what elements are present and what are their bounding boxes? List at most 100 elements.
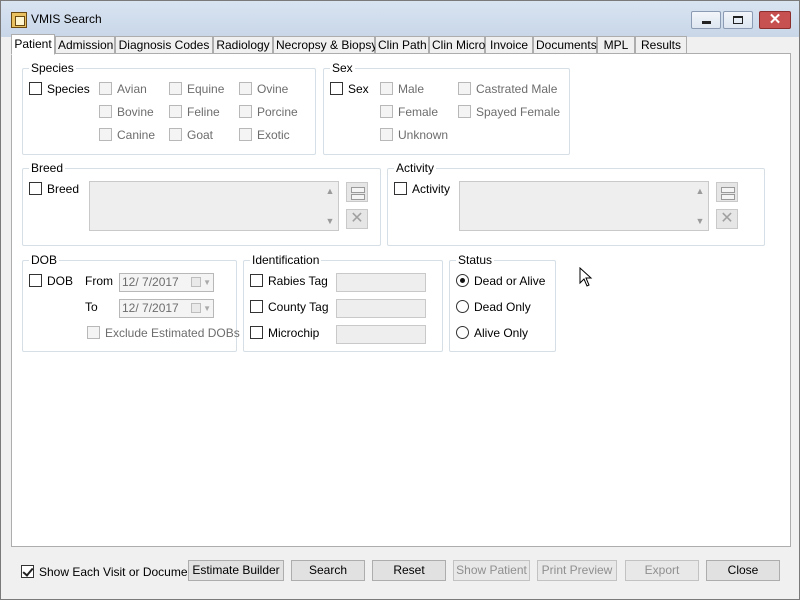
unknown-checkbox[interactable] <box>380 128 393 141</box>
window-title: VMIS Search <box>31 12 102 26</box>
canine-checkbox[interactable] <box>99 128 112 141</box>
spayed-female-checkbox[interactable] <box>458 105 471 118</box>
porcine-label: Porcine <box>257 105 298 119</box>
dead-or-alive-label: Dead or Alive <box>474 274 546 288</box>
activity-listbox[interactable]: ▲ ▼ <box>459 181 709 231</box>
clear-x-icon: ✕ <box>350 210 364 227</box>
microchip-label: Microchip <box>268 326 320 340</box>
dob-checkbox[interactable] <box>29 274 42 287</box>
maximize-icon <box>733 16 743 24</box>
estimate-builder-button[interactable]: Estimate Builder <box>188 560 284 581</box>
species-checkbox-label: Species <box>47 82 90 96</box>
dead-only-radio[interactable] <box>456 300 469 313</box>
calendar-icon <box>191 303 201 313</box>
porcine-checkbox[interactable] <box>239 105 252 118</box>
male-checkbox[interactable] <box>380 82 393 95</box>
rabies-tag-checkbox[interactable] <box>250 274 263 287</box>
sex-checkbox[interactable] <box>330 82 343 95</box>
reset-button[interactable]: Reset <box>372 560 446 581</box>
status-group: Status Dead or Alive Dead Only Alive Onl… <box>449 253 556 352</box>
activity-checkbox-label: Activity <box>412 182 451 196</box>
breed-listbox[interactable]: ▲ ▼ <box>89 181 339 231</box>
goat-label: Goat <box>187 128 214 142</box>
activity-group-label: Activity <box>394 161 437 175</box>
ovine-checkbox[interactable] <box>239 82 252 95</box>
dropdown-arrow-icon: ▼ <box>203 278 211 287</box>
breed-checkbox[interactable] <box>29 182 42 195</box>
exclude-estimated-dobs-checkbox[interactable] <box>87 326 100 339</box>
breed-select-button[interactable] <box>346 182 368 202</box>
print-preview-button[interactable]: Print Preview <box>537 560 617 581</box>
calendar-icon <box>191 277 201 287</box>
bovine-label: Bovine <box>117 105 154 119</box>
scroll-down-icon[interactable]: ▼ <box>694 215 706 227</box>
sex-group: Sex Sex Male Castrated Male Female Spaye… <box>323 61 570 155</box>
dead-or-alive-radio[interactable] <box>456 274 469 287</box>
sex-group-label: Sex <box>330 61 355 75</box>
county-tag-label: County Tag <box>268 300 329 314</box>
exotic-label: Exotic <box>257 128 290 142</box>
close-window-button[interactable]: ✕ <box>759 11 791 29</box>
rabies-tag-label: Rabies Tag <box>268 274 328 288</box>
species-checkbox[interactable] <box>29 82 42 95</box>
equine-label: Equine <box>187 82 225 96</box>
spayed-female-label: Spayed Female <box>476 105 561 119</box>
avian-label: Avian <box>117 82 147 96</box>
minimize-icon <box>702 21 711 24</box>
male-label: Male <box>398 82 425 96</box>
castrated-male-checkbox[interactable] <box>458 82 471 95</box>
dob-to-label: To <box>85 300 98 314</box>
scroll-up-icon[interactable]: ▲ <box>694 185 706 197</box>
microchip-input[interactable] <box>336 325 426 344</box>
alive-only-label: Alive Only <box>474 326 529 340</box>
minimize-button[interactable] <box>691 11 721 29</box>
dob-from-value: 12/ 7/2017 <box>122 275 179 289</box>
dropdown-arrow-icon: ▼ <box>203 304 211 313</box>
bovine-checkbox[interactable] <box>99 105 112 118</box>
species-group-label: Species <box>29 61 76 75</box>
feline-checkbox[interactable] <box>169 105 182 118</box>
maximize-button[interactable] <box>723 11 753 29</box>
microchip-checkbox[interactable] <box>250 326 263 339</box>
dead-only-label: Dead Only <box>474 300 531 314</box>
breed-clear-button[interactable]: ✕ <box>346 209 368 229</box>
show-each-visit-checkbox[interactable] <box>21 565 34 578</box>
sex-checkbox-label: Sex <box>348 82 369 96</box>
show-patient-button[interactable]: Show Patient <box>453 560 530 581</box>
title-bar[interactable]: VMIS Search ✕ <box>1 1 799 37</box>
alive-only-radio[interactable] <box>456 326 469 339</box>
activity-checkbox[interactable] <box>394 182 407 195</box>
dob-to-date[interactable]: 12/ 7/2017 ▼ <box>119 299 214 318</box>
show-each-visit-label: Show Each Visit or Document <box>39 565 198 579</box>
mouse-pointer-icon <box>579 267 593 287</box>
tab-patient[interactable]: Patient <box>11 34 55 55</box>
close-icon: ✕ <box>768 11 782 28</box>
avian-checkbox[interactable] <box>99 82 112 95</box>
breed-checkbox-label: Breed <box>47 182 80 196</box>
scroll-down-icon[interactable]: ▼ <box>324 215 336 227</box>
rabies-tag-input[interactable] <box>336 273 426 292</box>
activity-select-button[interactable] <box>716 182 738 202</box>
exotic-checkbox[interactable] <box>239 128 252 141</box>
goat-checkbox[interactable] <box>169 128 182 141</box>
clear-x-icon: ✕ <box>720 210 734 227</box>
vmis-search-window: VMIS Search ✕ Patient Admission Diagnosi… <box>0 0 800 600</box>
dob-group: DOB DOB From 12/ 7/2017 ▼ To 12/ 7/2017 … <box>22 253 240 352</box>
status-group-label: Status <box>456 253 495 267</box>
breed-group-label: Breed <box>29 161 66 175</box>
identification-group: Identification Rabies Tag County Tag Mic… <box>243 253 443 352</box>
castrated-male-label: Castrated Male <box>476 82 558 96</box>
female-checkbox[interactable] <box>380 105 393 118</box>
search-button[interactable]: Search <box>291 560 365 581</box>
county-tag-checkbox[interactable] <box>250 300 263 313</box>
ovine-label: Ovine <box>257 82 289 96</box>
activity-clear-button[interactable]: ✕ <box>716 209 738 229</box>
close-button[interactable]: Close <box>706 560 780 581</box>
dob-from-date[interactable]: 12/ 7/2017 ▼ <box>119 273 214 292</box>
county-tag-input[interactable] <box>336 299 426 318</box>
app-icon <box>11 12 27 28</box>
export-button[interactable]: Export <box>625 560 699 581</box>
equine-checkbox[interactable] <box>169 82 182 95</box>
female-label: Female <box>398 105 439 119</box>
scroll-up-icon[interactable]: ▲ <box>324 185 336 197</box>
